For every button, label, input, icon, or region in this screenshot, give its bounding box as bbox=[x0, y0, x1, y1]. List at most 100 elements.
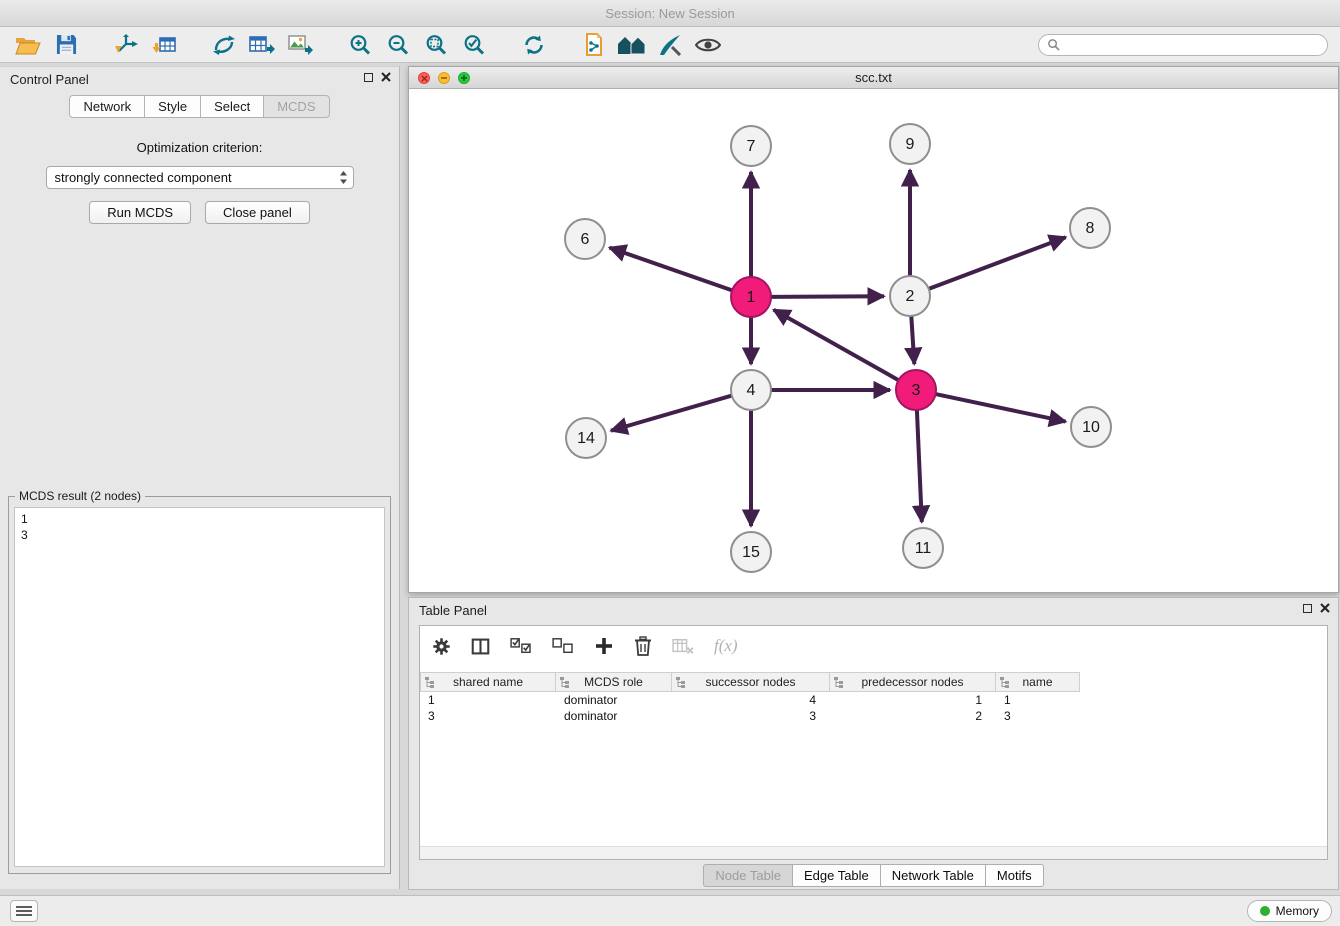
function-builder-button[interactable]: f(x) bbox=[714, 636, 738, 656]
graph-node-6[interactable]: 6 bbox=[565, 219, 605, 259]
tab-edge-table[interactable]: Edge Table bbox=[792, 864, 881, 887]
mcds-result-item[interactable]: 1 bbox=[21, 511, 378, 527]
table-cell: 3 bbox=[420, 708, 556, 724]
delete-column-button[interactable] bbox=[634, 636, 652, 656]
table-horizontal-scrollbar[interactable] bbox=[420, 846, 1327, 859]
graph-node-4[interactable]: 4 bbox=[731, 370, 771, 410]
duplicate-network-button[interactable] bbox=[578, 31, 610, 59]
table-tabs: Node Table Edge Table Network Table Moti… bbox=[409, 864, 1338, 887]
close-table-panel-icon[interactable] bbox=[1320, 603, 1330, 613]
tab-network[interactable]: Network bbox=[69, 95, 145, 118]
column-header-name[interactable]: name bbox=[996, 672, 1080, 692]
zoom-out-button[interactable] bbox=[382, 31, 414, 59]
svg-text:6: 6 bbox=[581, 231, 590, 248]
graph-node-1[interactable]: 1 bbox=[731, 277, 771, 317]
graph-node-9[interactable]: 9 bbox=[890, 124, 930, 164]
copy-network-icon bbox=[583, 33, 605, 56]
minimize-window-button[interactable] bbox=[438, 72, 450, 84]
edge-1-2[interactable] bbox=[771, 296, 884, 297]
tab-select[interactable]: Select bbox=[200, 95, 264, 118]
import-table-icon bbox=[152, 34, 176, 56]
export-table-button[interactable] bbox=[246, 31, 278, 59]
import-network-button[interactable] bbox=[110, 31, 142, 59]
column-header-successor-nodes[interactable]: successor nodes bbox=[672, 672, 830, 692]
houses-icon bbox=[617, 35, 647, 55]
edge-3-11[interactable] bbox=[917, 410, 922, 522]
import-table-button[interactable] bbox=[148, 31, 180, 59]
mcds-result-list[interactable]: 13 bbox=[14, 507, 385, 867]
svg-text:4: 4 bbox=[747, 382, 756, 399]
table-cell: 1 bbox=[996, 692, 1080, 708]
new-network-button[interactable] bbox=[208, 31, 240, 59]
select-all-button[interactable] bbox=[510, 637, 532, 655]
table-settings-button[interactable] bbox=[432, 637, 451, 656]
paint-style-button[interactable] bbox=[654, 31, 686, 59]
column-header-shared-name[interactable]: shared name bbox=[420, 672, 556, 692]
search-icon bbox=[1047, 38, 1060, 51]
delete-table-button[interactable] bbox=[672, 637, 694, 655]
tab-network-table[interactable]: Network Table bbox=[880, 864, 986, 887]
select-all-icon bbox=[510, 637, 532, 655]
zoom-window-button[interactable] bbox=[458, 72, 470, 84]
mcds-result-item[interactable]: 3 bbox=[21, 527, 378, 543]
column-header-MCDS-role[interactable]: MCDS role bbox=[556, 672, 672, 692]
memory-button[interactable]: Memory bbox=[1247, 900, 1332, 922]
apply-layout-button[interactable] bbox=[518, 31, 550, 59]
application-window: Session: New Session bbox=[0, 0, 1340, 926]
tab-node-table[interactable]: Node Table bbox=[703, 864, 793, 887]
graph-node-11[interactable]: 11 bbox=[903, 528, 943, 568]
edge-2-3[interactable] bbox=[911, 316, 914, 364]
graph-node-15[interactable]: 15 bbox=[731, 532, 771, 572]
graph-node-3[interactable]: 3 bbox=[896, 370, 936, 410]
add-column-button[interactable] bbox=[594, 636, 614, 656]
table-row[interactable]: 1dominator411 bbox=[420, 692, 1327, 708]
close-window-button[interactable] bbox=[418, 72, 430, 84]
network-canvas-svg[interactable]: 7 9 6 8 1 2 4 3 14 10 15 11 bbox=[409, 89, 1338, 592]
toggle-columns-button[interactable] bbox=[471, 637, 490, 656]
svg-text:15: 15 bbox=[742, 544, 760, 561]
open-session-button[interactable] bbox=[12, 31, 44, 59]
tab-mcds[interactable]: MCDS bbox=[263, 95, 329, 118]
search-input[interactable] bbox=[1065, 38, 1319, 52]
float-panel-icon[interactable] bbox=[364, 73, 373, 82]
optimization-select[interactable]: strongly connected component bbox=[46, 166, 354, 189]
close-panel-icon[interactable] bbox=[381, 72, 391, 82]
tab-style[interactable]: Style bbox=[144, 95, 201, 118]
save-session-button[interactable] bbox=[50, 31, 82, 59]
svg-text:7: 7 bbox=[747, 138, 756, 155]
zoom-selected-button[interactable] bbox=[458, 31, 490, 59]
clear-selection-button[interactable] bbox=[552, 637, 574, 655]
tab-motifs[interactable]: Motifs bbox=[985, 864, 1044, 887]
home-button[interactable] bbox=[616, 31, 648, 59]
graph-node-10[interactable]: 10 bbox=[1071, 407, 1111, 447]
graph-node-7[interactable]: 7 bbox=[731, 126, 771, 166]
column-header-predecessor-nodes[interactable]: predecessor nodes bbox=[830, 672, 996, 692]
run-mcds-button[interactable]: Run MCDS bbox=[89, 201, 191, 224]
task-history-button[interactable] bbox=[10, 900, 38, 922]
table-row[interactable]: 3dominator323 bbox=[420, 708, 1327, 724]
edge-4-14[interactable] bbox=[611, 396, 732, 431]
edge-3-1[interactable] bbox=[774, 310, 899, 380]
zoom-in-button[interactable] bbox=[344, 31, 376, 59]
column-tree-icon bbox=[1000, 677, 1010, 688]
edge-2-8[interactable] bbox=[929, 237, 1066, 289]
table-cell: dominator bbox=[556, 708, 672, 724]
zoom-fit-button[interactable] bbox=[420, 31, 452, 59]
table-panel-title: Table Panel bbox=[419, 603, 487, 618]
close-panel-button[interactable]: Close panel bbox=[205, 201, 310, 224]
show-hide-graphics-button[interactable] bbox=[692, 31, 724, 59]
status-bar: Memory bbox=[0, 895, 1340, 926]
export-image-button[interactable] bbox=[284, 31, 316, 59]
float-table-panel-icon[interactable] bbox=[1303, 604, 1312, 613]
search-box[interactable] bbox=[1038, 34, 1328, 56]
graph-node-14[interactable]: 14 bbox=[566, 418, 606, 458]
import-network-icon bbox=[114, 34, 138, 56]
export-table-icon bbox=[249, 34, 275, 56]
edge-3-10[interactable] bbox=[936, 394, 1066, 422]
svg-text:2: 2 bbox=[906, 288, 915, 305]
graph-node-2[interactable]: 2 bbox=[890, 276, 930, 316]
graph-node-8[interactable]: 8 bbox=[1070, 208, 1110, 248]
zoom-in-icon bbox=[349, 34, 371, 56]
table-cell: 1 bbox=[420, 692, 556, 708]
edge-1-6[interactable] bbox=[610, 248, 733, 291]
